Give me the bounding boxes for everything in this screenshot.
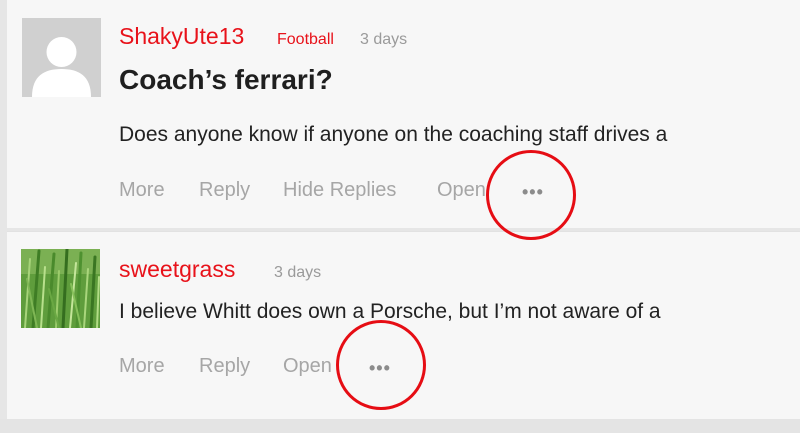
post-username[interactable]: ShakyUte13 [119, 23, 244, 50]
reply-button[interactable]: Reply [199, 179, 250, 202]
post-timestamp: 3 days [360, 31, 408, 48]
more-button[interactable]: More [119, 179, 165, 202]
bottom-divider [0, 419, 800, 433]
grass-photo-icon [21, 249, 100, 328]
post-body: Does anyone know if anyone on the coachi… [119, 123, 668, 146]
screenshot-frame: ShakyUte13 Football 3 days Coach’s ferra… [0, 0, 800, 433]
user-silhouette-icon [22, 18, 101, 97]
hide-replies-button[interactable]: Hide Replies [283, 179, 396, 202]
default-avatar[interactable] [22, 18, 101, 97]
reply-username[interactable]: sweetgrass [119, 256, 235, 283]
topic-post-card: ShakyUte13 Football 3 days Coach’s ferra… [7, 0, 800, 228]
reply-timestamp: 3 days [274, 264, 322, 281]
reply-button[interactable]: Reply [199, 355, 250, 378]
reply-post-card: sweetgrass 3 days I believe Whitt does o… [7, 231, 800, 420]
ellipsis-icon[interactable]: ••• [369, 358, 391, 379]
reply-body: I believe Whitt does own a Porsche, but … [119, 300, 661, 323]
post-body-clip: Does anyone know if anyone on the coachi… [119, 120, 800, 154]
open-button[interactable]: Open [283, 355, 332, 378]
post-category[interactable]: Football [277, 31, 334, 49]
grass-avatar[interactable] [21, 249, 100, 328]
open-button[interactable]: Open [437, 179, 486, 202]
ellipsis-icon[interactable]: ••• [522, 182, 544, 203]
more-button[interactable]: More [119, 355, 165, 378]
post-title[interactable]: Coach’s ferrari? [119, 64, 333, 96]
reply-body-clip: I believe Whitt does own a Porsche, but … [119, 296, 800, 330]
